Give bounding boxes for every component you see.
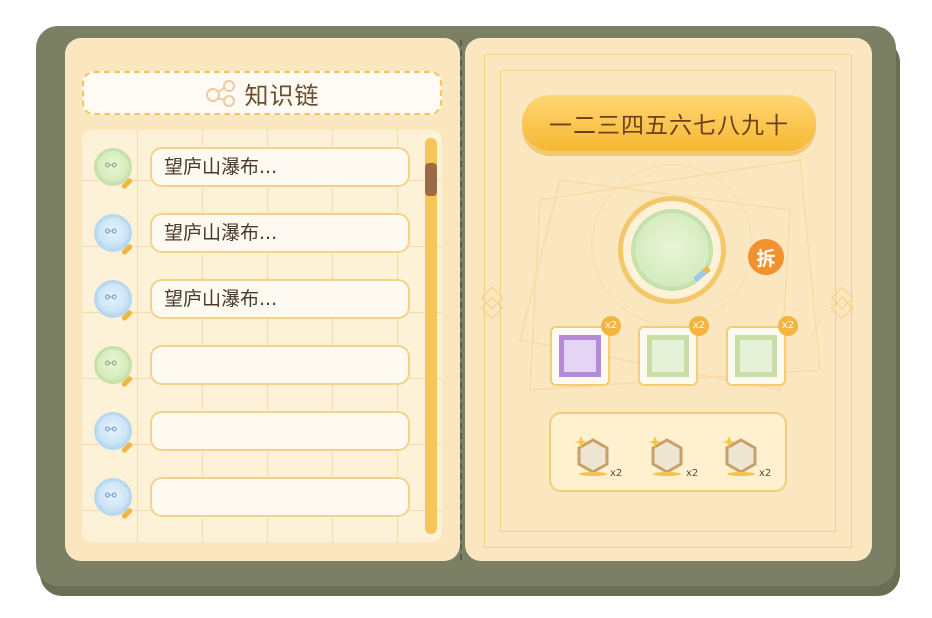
chain-link-icon: ⚯ xyxy=(94,478,134,520)
chain-link-icon: ⚯ xyxy=(94,214,134,256)
list-item[interactable]: ⚯ xyxy=(82,340,422,390)
reward-count: x2 xyxy=(610,468,623,479)
chain-entry-field[interactable] xyxy=(150,345,410,385)
count-badge: x2 xyxy=(601,316,621,336)
material-slot[interactable] xyxy=(726,326,786,386)
chain-entry-field[interactable] xyxy=(150,477,410,517)
book-spine xyxy=(460,40,462,560)
scrollbar-track[interactable] xyxy=(425,138,437,534)
knowledge-chain-list[interactable]: ⚯ 望庐山瀑布... ⚯ 望庐山瀑布... ⚯ 望庐山瀑布... ⚯ ⚯ ⚯ xyxy=(82,130,442,542)
chain-title-banner: 一二三四五六七八九十 xyxy=(522,95,816,151)
pencil-icon xyxy=(693,265,711,282)
material-slot[interactable] xyxy=(638,326,698,386)
list-item[interactable]: ⚯ 望庐山瀑布... xyxy=(82,274,422,324)
dismantle-button[interactable]: 拆 xyxy=(746,237,786,277)
hexagon-gem-icon[interactable] xyxy=(647,432,687,476)
scrollbar-thumb[interactable] xyxy=(425,163,437,196)
chain-entry-field[interactable]: 望庐山瀑布... xyxy=(150,147,410,187)
chain-entry-field[interactable]: 望庐山瀑布... xyxy=(150,279,410,319)
chain-entry-field[interactable] xyxy=(150,411,410,451)
chain-link-icon: ⚯ xyxy=(94,280,134,322)
page-title: 知识链 xyxy=(244,81,320,110)
list-item[interactable]: ⚯ xyxy=(82,472,422,522)
list-item[interactable]: ⚯ 望庐山瀑布... xyxy=(82,208,422,258)
list-item[interactable]: ⚯ xyxy=(82,406,422,456)
share-link-icon xyxy=(205,80,235,107)
chain-link-icon: ⚯ xyxy=(94,412,134,454)
knowledge-chain-header: 知识链 xyxy=(82,71,442,115)
hexagon-gem-icon[interactable] xyxy=(721,432,761,476)
list-item[interactable]: ⚯ 望庐山瀑布... xyxy=(82,142,422,192)
count-badge: x2 xyxy=(778,316,798,336)
hexagon-gem-icon[interactable] xyxy=(573,432,613,476)
count-badge: x2 xyxy=(689,316,709,336)
chain-entry-field[interactable]: 望庐山瀑布... xyxy=(150,213,410,253)
chain-link-icon: ⚯ xyxy=(94,148,134,190)
reward-count: x2 xyxy=(759,468,772,479)
reward-count: x2 xyxy=(686,468,699,479)
chain-link-icon: ⚯ xyxy=(94,346,134,388)
material-slot[interactable] xyxy=(550,326,610,386)
